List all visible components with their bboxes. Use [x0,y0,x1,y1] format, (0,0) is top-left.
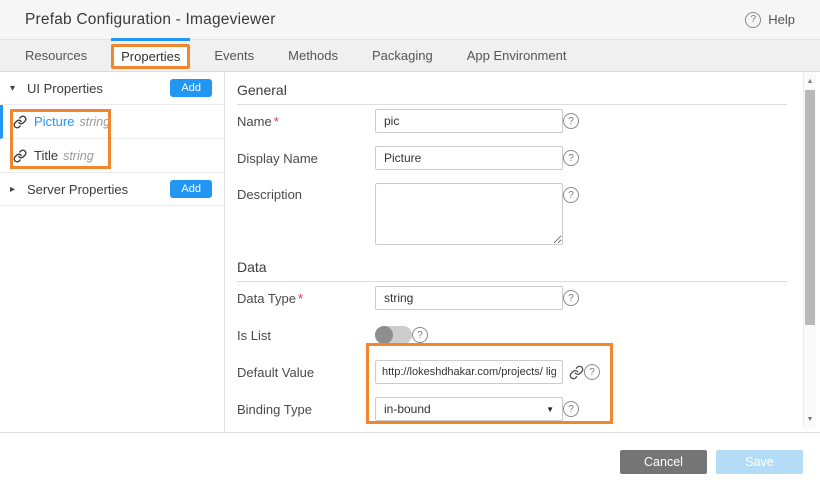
is-list-label: Is List [237,328,375,343]
scroll-down-icon[interactable]: ▼ [804,412,816,426]
prefab-configuration-dialog: Prefab Configuration - Imageviewer ? Hel… [0,0,820,488]
server-properties-label: Server Properties [27,182,128,197]
name-label: Name* [237,114,375,129]
scrollbar-thumb[interactable] [805,90,815,325]
help-icon: ? [745,12,761,28]
section-heading-general: General [237,82,787,105]
field-row-display-name: Display Name ? [237,146,787,170]
field-row-binding-type: Binding Type in-bound ▼ ? [237,397,787,421]
server-properties-header[interactable]: ▸ Server Properties Add [0,173,224,206]
property-type: string [79,115,110,129]
tab-properties[interactable]: Properties [111,44,190,69]
properties-sidebar: ▾ UI Properties Add Picture string [0,72,225,432]
binding-type-select[interactable]: in-bound ▼ [375,397,563,421]
ui-properties-label: UI Properties [27,81,103,96]
tab-packaging[interactable]: Packaging [372,48,433,63]
link-icon [13,149,27,163]
link-icon [13,115,27,129]
cancel-button[interactable]: Cancel [620,450,707,474]
binding-type-value: in-bound [384,402,431,416]
bind-link-icon[interactable] [569,365,584,380]
description-textarea[interactable] [375,183,563,245]
property-name: Picture [34,114,74,129]
description-label: Description [237,183,375,202]
field-row-data-type: Data Type* ? [237,286,787,310]
field-row-default-value: Default Value ? [237,360,787,384]
field-help-icon: ? [412,327,428,343]
data-type-input[interactable] [375,286,563,310]
display-name-input[interactable] [375,146,563,170]
required-asterisk: * [298,291,303,306]
data-type-label: Data Type* [237,291,375,306]
help-link[interactable]: ? Help [745,12,795,28]
scrollbar[interactable]: ▲ ▼ [803,72,816,428]
field-row-is-list: Is List ? [237,323,787,347]
field-row-description: Description ? [237,183,787,245]
binding-type-label: Binding Type [237,402,375,417]
property-form: General Name* ? Display Name ? Descripti… [225,72,803,432]
field-help-icon: ? [563,150,579,166]
field-help-icon: ? [584,364,600,380]
toggle-knob [375,326,393,344]
help-label: Help [768,12,795,27]
property-type: string [63,149,94,163]
collapse-icon: ▾ [10,83,20,94]
is-list-toggle[interactable] [375,326,412,344]
field-row-name: Name* ? [237,109,787,133]
field-help-icon: ? [563,401,579,417]
add-server-property-button[interactable]: Add [170,180,212,198]
chevron-down-icon: ▼ [546,405,554,414]
tab-methods[interactable]: Methods [288,48,338,63]
field-help-icon: ? [563,187,579,203]
property-name: Title [34,148,58,163]
section-heading-data: Data [237,259,787,282]
default-value-label: Default Value [237,365,375,380]
expand-icon: ▸ [10,184,20,195]
default-value-input[interactable] [375,360,563,384]
property-item-title[interactable]: Title string [0,139,224,173]
tab-resources[interactable]: Resources [25,48,87,63]
save-button[interactable]: Save [716,450,803,474]
field-help-icon: ? [563,113,579,129]
field-help-icon: ? [563,290,579,306]
tab-bar: Resources Properties Events Methods Pack… [0,40,820,72]
required-asterisk: * [274,114,279,129]
dialog-header: Prefab Configuration - Imageviewer ? Hel… [0,0,820,40]
display-name-label: Display Name [237,151,375,166]
dialog-footer: Cancel Save [0,432,820,487]
name-input[interactable] [375,109,563,133]
scroll-up-icon[interactable]: ▲ [804,74,816,88]
tab-events[interactable]: Events [214,48,254,63]
ui-properties-header[interactable]: ▾ UI Properties Add [0,72,224,105]
property-item-picture[interactable]: Picture string [0,105,224,139]
page-title: Prefab Configuration - Imageviewer [25,11,276,29]
add-ui-property-button[interactable]: Add [170,79,212,97]
tab-app-environment[interactable]: App Environment [467,48,567,63]
